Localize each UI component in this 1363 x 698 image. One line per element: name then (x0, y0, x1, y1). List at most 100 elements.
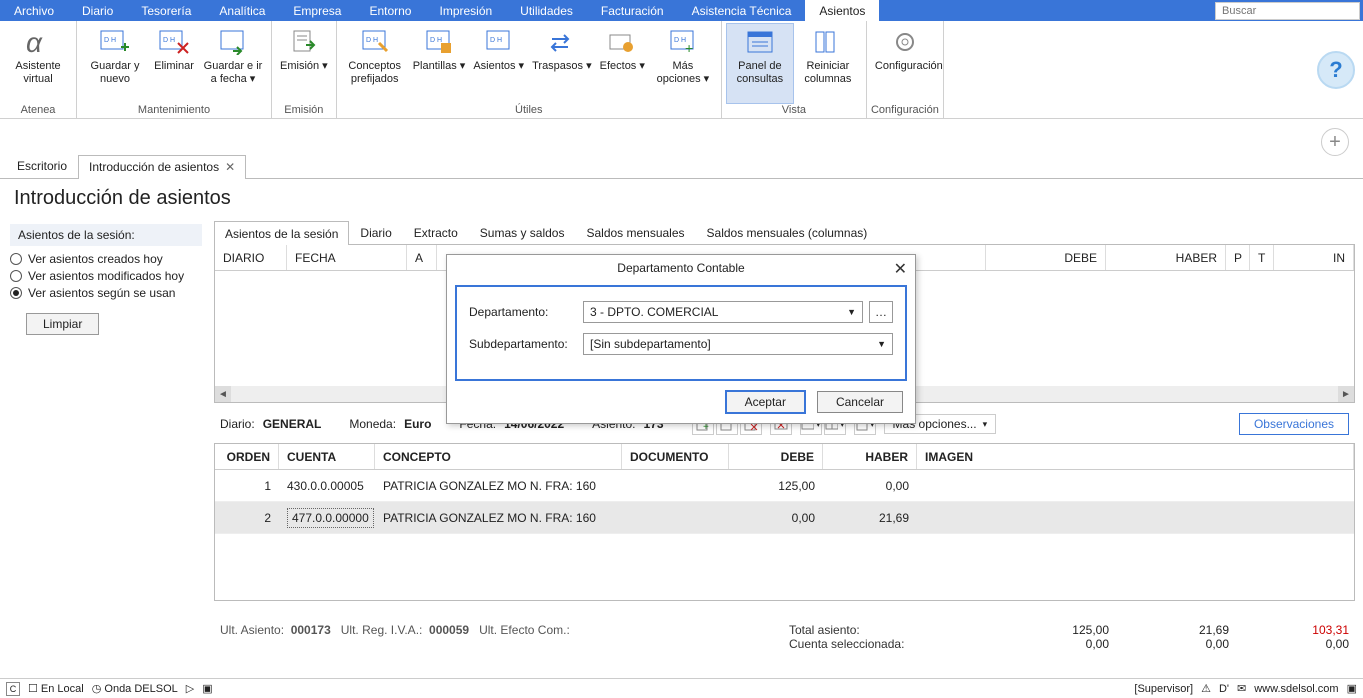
cuenta-haber: 0,00 (1109, 637, 1229, 651)
col-debe2[interactable]: DEBE (729, 444, 823, 469)
col-documento[interactable]: DOCUMENTO (622, 444, 729, 469)
tab-label: Escritorio (17, 159, 67, 173)
mas-opciones-button[interactable]: D H+Más opciones ▾ (649, 23, 717, 104)
menu-analitica[interactable]: Analítica (205, 0, 279, 21)
tab-escritorio[interactable]: Escritorio (6, 154, 78, 178)
col-haber[interactable]: HABER (1106, 245, 1226, 270)
subtab-saldos-mens[interactable]: Saldos mensuales (575, 220, 695, 244)
menu-asistencia[interactable]: Asistencia Técnica (678, 0, 806, 21)
reset-cols-icon (810, 27, 846, 57)
radio-label: Ver asientos creados hoy (28, 252, 163, 266)
subdept-dropdown[interactable]: [Sin subdepartamento] ▼ (583, 333, 893, 355)
record-icon[interactable]: ▣ (202, 682, 212, 695)
diario-label: Diario: (220, 417, 255, 431)
cell-cuenta[interactable]: 477.0.0.00000 (279, 508, 375, 528)
radio-modificados-hoy[interactable]: Ver asientos modificados hoy (10, 269, 202, 283)
menu-facturacion[interactable]: Facturación (587, 0, 678, 21)
radio-segun-usan[interactable]: Ver asientos según se usan (10, 286, 202, 300)
col-cuenta[interactable]: CUENTA (279, 444, 375, 469)
observaciones-button[interactable]: Observaciones (1239, 413, 1349, 435)
col-fecha[interactable]: FECHA (287, 245, 407, 270)
device-icon[interactable]: D' (1219, 683, 1229, 695)
warning-icon[interactable]: ⚠ (1201, 682, 1211, 695)
menu-archivo[interactable]: Archivo (0, 0, 68, 21)
efectos-button[interactable]: Efectos ▾ (596, 23, 649, 104)
menu-impresion[interactable]: Impresión (425, 0, 506, 21)
status-c-icon[interactable]: C (6, 682, 20, 696)
asientos-util-button[interactable]: D HAsientos ▾ (469, 23, 528, 104)
aceptar-button[interactable]: Aceptar (726, 391, 805, 413)
window-icon[interactable]: ▣ (1347, 682, 1357, 695)
tab-introduccion[interactable]: Introducción de asientos✕ (78, 155, 246, 179)
cuenta-diff: 0,00 (1229, 637, 1349, 651)
play-icon[interactable]: ▷ (186, 682, 194, 695)
table-row[interactable]: 1 430.0.0.00005 PATRICIA GONZALEZ MO N. … (215, 470, 1354, 502)
col-diario[interactable]: DIARIO (215, 245, 287, 270)
panel-de-consultas-button[interactable]: Panel de consultas (726, 23, 794, 104)
guardar-y-nuevo-button[interactable]: D HGuardar y nuevo (81, 23, 149, 104)
menu-diario[interactable]: Diario (68, 0, 127, 21)
mail-icon[interactable]: ✉ (1237, 682, 1246, 695)
total-haber: 21,69 (1109, 623, 1229, 637)
close-icon[interactable]: ✕ (894, 259, 907, 279)
gear-icon (887, 27, 923, 57)
cuenta-edit[interactable]: 477.0.0.00000 (287, 508, 374, 528)
status-onda[interactable]: ◷ Onda DELSOL (92, 682, 178, 695)
dept-browse-button[interactable]: … (869, 301, 893, 323)
table-row[interactable]: 2 477.0.0.00000 PATRICIA GONZALEZ MO N. … (215, 502, 1354, 534)
ult-asiento-label: Ult. Asiento: (220, 623, 284, 637)
status-url[interactable]: www.sdelsol.com (1254, 683, 1338, 695)
ribbon: α Asistente virtual Atenea D HGuardar y … (0, 21, 1363, 119)
menu-empresa[interactable]: Empresa (279, 0, 355, 21)
col-a[interactable]: A (407, 245, 437, 270)
menu-utilidades[interactable]: Utilidades (506, 0, 587, 21)
col-imagen[interactable]: IMAGEN (917, 444, 1354, 469)
col-haber2[interactable]: HABER (823, 444, 917, 469)
subtab-sumas[interactable]: Sumas y saldos (469, 220, 576, 244)
reiniciar-columnas-button[interactable]: Reiniciar columnas (794, 23, 862, 104)
delete-icon: D H (156, 27, 192, 57)
moneda-value: Euro (404, 417, 431, 431)
search-input[interactable] (1215, 2, 1360, 20)
col-in[interactable]: IN (1274, 245, 1354, 270)
dialog-title: Departamento Contable ✕ (447, 255, 915, 279)
svg-text:+: + (685, 40, 693, 55)
close-icon[interactable]: ✕ (225, 160, 235, 174)
subtab-sesion[interactable]: Asientos de la sesión (214, 221, 349, 245)
dept-dropdown[interactable]: 3 - DPTO. COMERCIAL▼ (583, 301, 863, 323)
subtab-extracto[interactable]: Extracto (403, 220, 469, 244)
col-concepto[interactable]: CONCEPTO (375, 444, 622, 469)
menu-entorno[interactable]: Entorno (355, 0, 425, 21)
radio-creados-hoy[interactable]: Ver asientos creados hoy (10, 252, 202, 266)
menu-asientos[interactable]: Asientos (805, 0, 879, 21)
traspasos-button[interactable]: Traspasos ▾ (528, 23, 596, 104)
subtab-diario[interactable]: Diario (349, 220, 402, 244)
total-debe: 125,00 (989, 623, 1109, 637)
asistente-virtual-button[interactable]: α Asistente virtual (4, 23, 72, 104)
lines-grid: ORDEN CUENTA CONCEPTO DOCUMENTO DEBE HAB… (214, 443, 1355, 601)
moneda-label: Moneda: (349, 417, 396, 431)
radio-icon (10, 287, 22, 299)
scroll-left-icon[interactable]: ◄ (215, 386, 231, 402)
configuracion-button[interactable]: Configuración (871, 23, 939, 104)
sub-tabs: Asientos de la sesión Diario Extracto Su… (214, 220, 1355, 245)
eliminar-button[interactable]: D HEliminar (149, 23, 199, 104)
emision-button[interactable]: Emisión ▾ (276, 23, 332, 104)
plantillas-button[interactable]: D HPlantillas ▾ (409, 23, 470, 104)
conceptos-prefijados-button[interactable]: D HConceptos prefijados (341, 23, 409, 104)
col-orden[interactable]: ORDEN (215, 444, 279, 469)
help-icon[interactable]: ? (1317, 51, 1355, 89)
col-t[interactable]: T (1250, 245, 1274, 270)
chevron-down-icon: ▼ (877, 339, 886, 349)
dialog-departamento: Departamento Contable ✕ Departamento: 3 … (446, 254, 916, 424)
subtab-saldos-cols[interactable]: Saldos mensuales (columnas) (696, 220, 879, 244)
cancelar-button[interactable]: Cancelar (817, 391, 903, 413)
add-tab-button[interactable]: + (1321, 128, 1349, 156)
menu-tesoreria[interactable]: Tesorería (127, 0, 205, 21)
col-p[interactable]: P (1226, 245, 1250, 270)
scroll-right-icon[interactable]: ► (1338, 386, 1354, 402)
subdept-value: [Sin subdepartamento] (590, 337, 711, 351)
guardar-ir-a-fecha-button[interactable]: Guardar e ir a fecha ▾ (199, 23, 267, 104)
limpiar-button[interactable]: Limpiar (26, 313, 99, 335)
col-debe[interactable]: DEBE (986, 245, 1106, 270)
